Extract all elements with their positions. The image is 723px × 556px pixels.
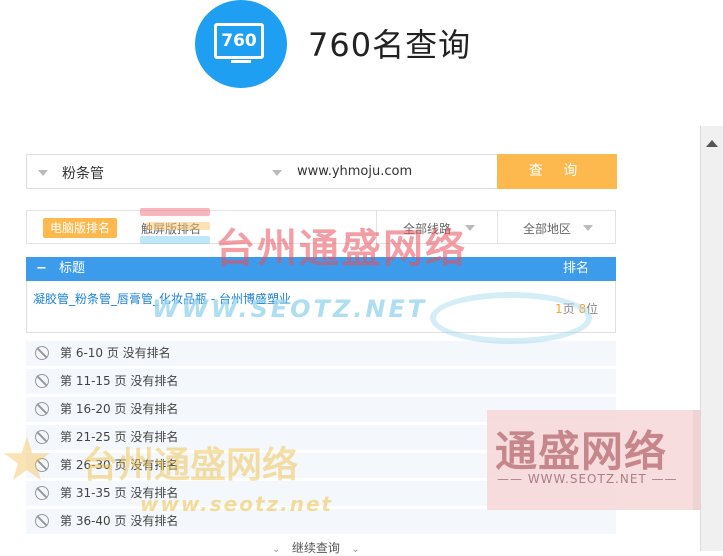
no-rank-text: 第 6-10 页 没有排名 [60,346,171,360]
continue-label: 继续查询 [291,541,340,555]
watermark-text: 台州通盛网络 [215,226,467,272]
column-title: 标题 [59,261,86,276]
no-rank-text: 第 11-15 页 没有排名 [60,374,179,388]
logo-text: 760 [221,31,257,51]
watermark-url: WWW.SEOTZ.NET [152,295,428,323]
site-dropdown-icon[interactable] [272,170,282,176]
watermark-text: 通盛网络 [495,427,668,476]
watermark-star-icon: ★ [0,425,54,495]
continue-query-button[interactable]: ⌄ 继续查询 ⌄ [272,539,360,556]
monitor-stand [231,60,251,63]
search-button[interactable]: 查 询 [497,154,617,189]
region-select[interactable]: 全部地区 [523,220,571,237]
watermark-swirl [430,292,592,344]
site-input[interactable]: www.yhmoju.com [297,164,412,179]
watermark-url: —— WWW.SEOTZ.NET —— [497,472,678,486]
watermark-url: www.seotz.net [140,492,334,516]
search-bar: 粉条管 www.yhmoju.com 查 询 [26,154,617,189]
no-entry-icon [35,402,49,416]
scrollbar[interactable] [700,126,723,551]
no-entry-icon [35,514,49,528]
logo: 760 [195,0,287,88]
no-entry-icon [35,346,49,360]
list-item: 第 6-10 页 没有排名 [26,341,616,366]
page-title: 760名查询 [308,26,472,64]
watermark-logo-icon [140,208,218,258]
keyword-dropdown-icon[interactable] [38,170,48,176]
monitor-icon: 760 [214,23,264,59]
chevron-down-icon: ⌄ [351,544,360,555]
list-item: 第 11-15 页 没有排名 [26,369,616,394]
divider [497,211,498,243]
tab-pc-rank[interactable]: 电脑版排名 [43,218,118,238]
no-rank-text: 第 16-20 页 没有排名 [60,402,179,416]
scroll-up-icon[interactable] [706,140,718,147]
chevron-down-icon[interactable] [583,225,593,231]
no-entry-icon [35,374,49,388]
keyword-input[interactable]: 粉条管 [62,163,104,183]
watermark-text: 台州通盛网络 [82,445,299,486]
column-rank: 排名 [563,261,590,276]
watermark-box: 通盛网络 —— WWW.SEOTZ.NET —— [487,410,701,510]
chevron-down-icon: ⌄ [272,544,281,555]
collapse-icon[interactable]: − [36,257,47,281]
